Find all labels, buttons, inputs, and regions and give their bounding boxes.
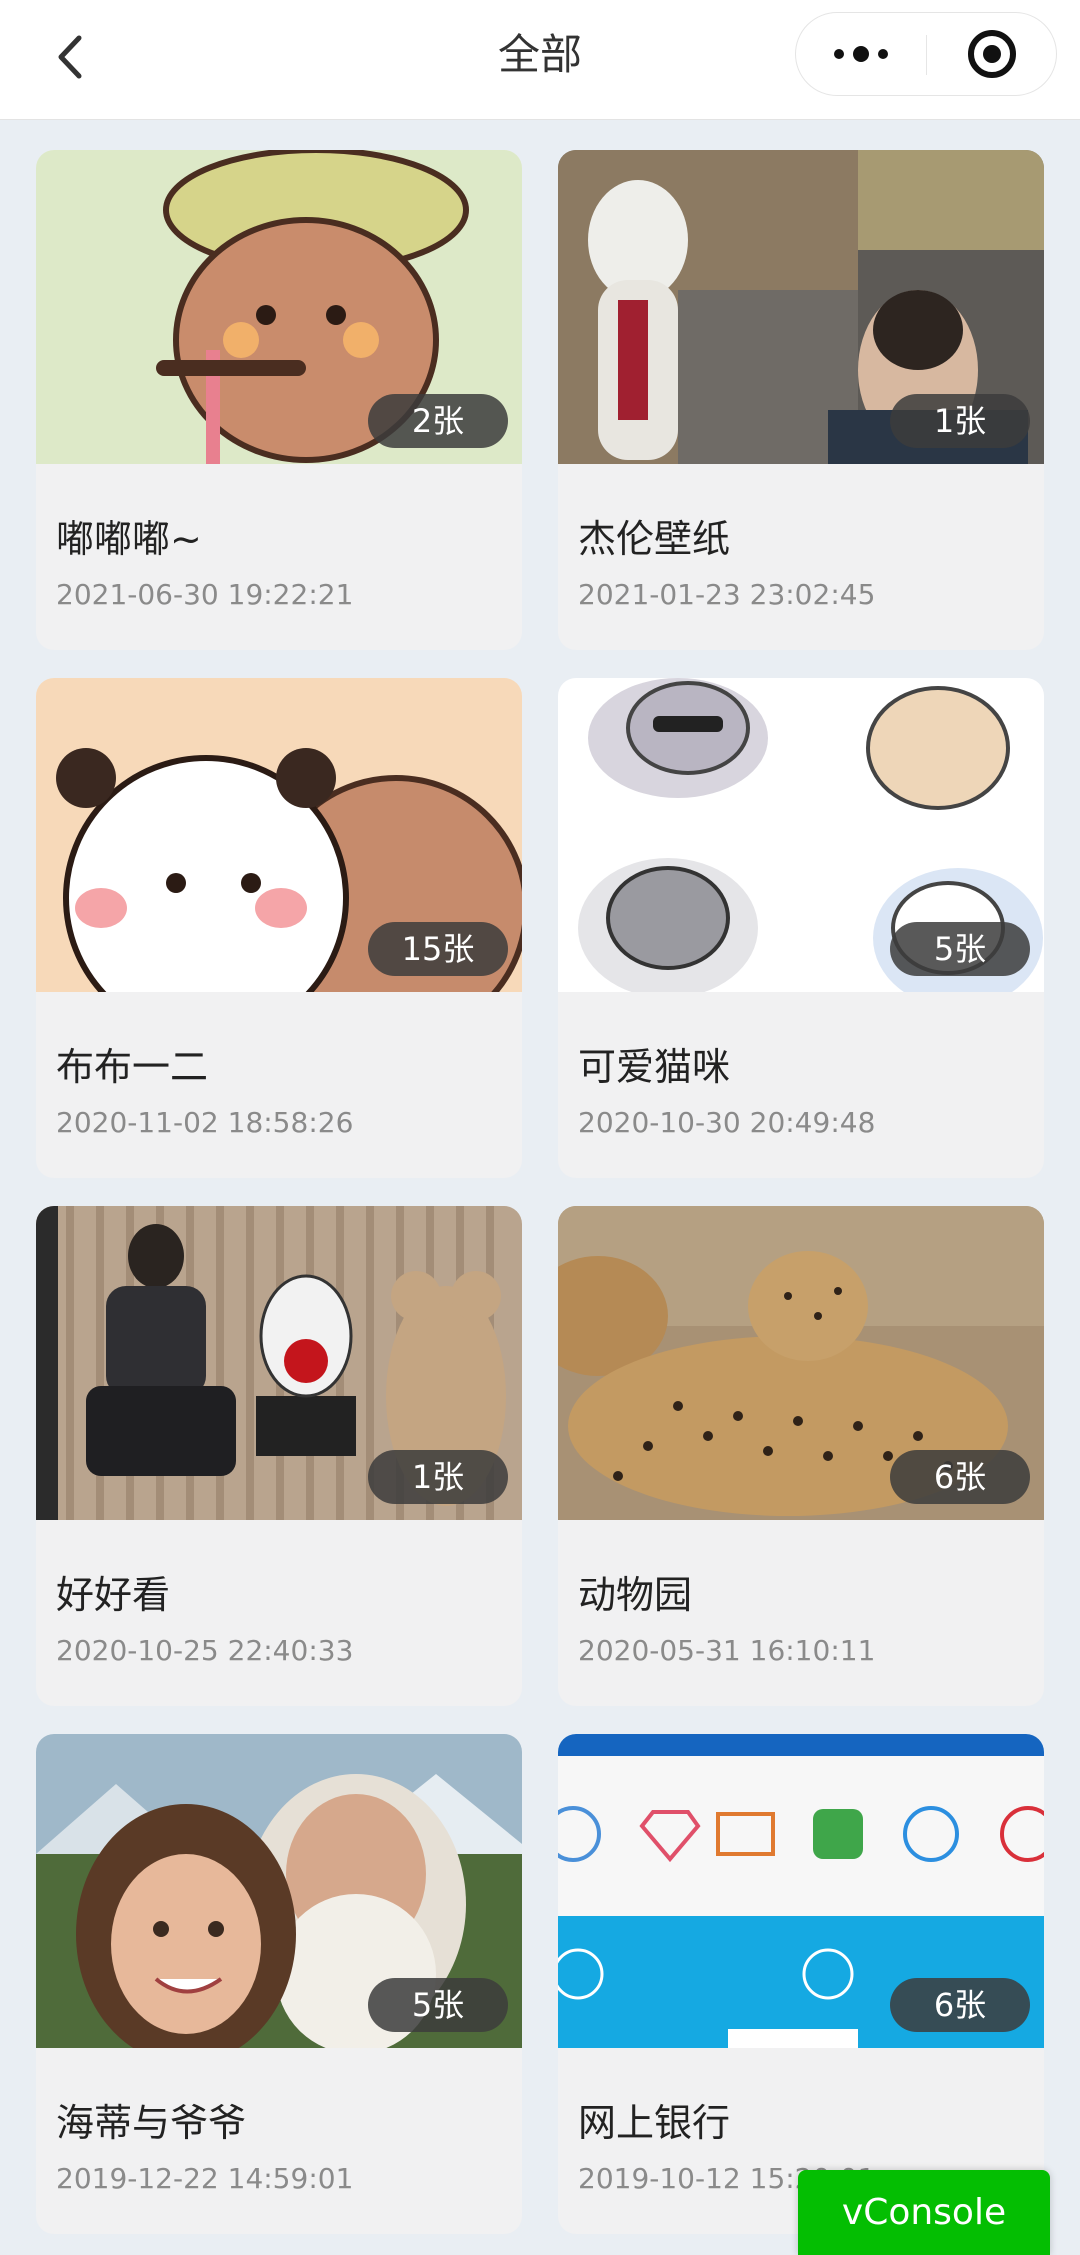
album-date: 2020-11-02 18:58:26 [56, 1106, 354, 1139]
target-icon [968, 30, 1016, 78]
image-count-badge: 1张 [890, 394, 1030, 448]
image-count-badge: 5张 [890, 922, 1030, 976]
album-title: 海蒂与爷爷 [56, 2101, 247, 2145]
album-title: 动物园 [578, 1573, 693, 1617]
image-count-badge: 5张 [368, 1978, 508, 2032]
album-title: 好好看 [56, 1573, 171, 1617]
album-date: 2020-10-25 22:40:33 [56, 1634, 354, 1667]
image-count-badge: 6张 [890, 1450, 1030, 1504]
mini-program-capsule [795, 12, 1057, 96]
album-thumbnail: 2张 [36, 150, 522, 464]
album-card[interactable]: 5张 海蒂与爷爷 2019-12-22 14:59:01 [36, 1734, 522, 2234]
more-button[interactable] [796, 13, 926, 95]
album-thumbnail: 15张 [36, 678, 522, 992]
album-card[interactable]: 1张 杰伦壁纸 2021-01-23 23:02:45 [558, 150, 1044, 650]
album-card[interactable]: 2张 嘟嘟嘟~ 2021-06-30 19:22:21 [36, 150, 522, 650]
album-thumbnail: 6张 [558, 1734, 1044, 2048]
vconsole-button[interactable]: vConsole [798, 2170, 1050, 2255]
album-date: 2020-05-31 16:10:11 [578, 1634, 876, 1667]
album-date: 2021-01-23 23:02:45 [578, 578, 876, 611]
album-thumbnail: 5张 [558, 678, 1044, 992]
album-title: 布布一二 [56, 1045, 209, 1089]
image-count-badge: 1张 [368, 1450, 508, 1504]
album-date: 2019-12-22 14:59:01 [56, 2162, 354, 2195]
album-thumbnail: 5张 [36, 1734, 522, 2048]
album-thumbnail: 1张 [558, 150, 1044, 464]
nav-bar: 全部 [0, 0, 1080, 120]
album-title: 杰伦壁纸 [578, 517, 731, 561]
album-title: 可爱猫咪 [578, 1045, 731, 1089]
image-count-badge: 6张 [890, 1978, 1030, 2032]
album-title: 网上银行 [578, 2101, 731, 2145]
album-date: 2020-10-30 20:49:48 [578, 1106, 876, 1139]
album-thumbnail: 6张 [558, 1206, 1044, 1520]
image-count-badge: 2张 [368, 394, 508, 448]
more-dots-icon [834, 46, 888, 62]
album-grid: 2张 嘟嘟嘟~ 2021-06-30 19:22:21 1张 杰伦壁纸 2021 [36, 150, 1044, 2234]
album-title: 嘟嘟嘟~ [56, 517, 202, 561]
album-date: 2021-06-30 19:22:21 [56, 578, 354, 611]
album-thumbnail: 1张 [36, 1206, 522, 1520]
album-card[interactable]: 15张 布布一二 2020-11-02 18:58:26 [36, 678, 522, 1178]
image-count-badge: 15张 [368, 922, 508, 976]
close-button[interactable] [927, 13, 1057, 95]
album-card[interactable]: 5张 可爱猫咪 2020-10-30 20:49:48 [558, 678, 1044, 1178]
album-card[interactable]: 6张 网上银行 2019-10-12 15:20:01 [558, 1734, 1044, 2234]
album-card[interactable]: 1张 好好看 2020-10-25 22:40:33 [36, 1206, 522, 1706]
album-card[interactable]: 6张 动物园 2020-05-31 16:10:11 [558, 1206, 1044, 1706]
